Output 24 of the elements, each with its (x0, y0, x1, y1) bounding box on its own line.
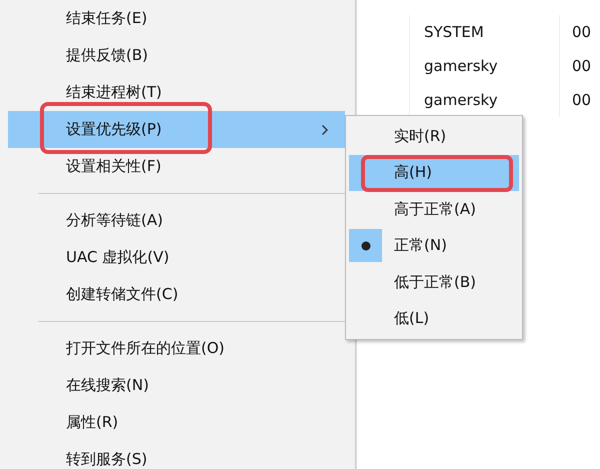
menu-item[interactable]: 实时(R) (349, 118, 519, 154)
user-cell: gamersky (424, 57, 498, 75)
table-cell: 00 (572, 57, 592, 75)
user-cell: SYSTEM (424, 23, 484, 41)
menu-item[interactable]: 低(L) (349, 300, 519, 337)
menu-item[interactable]: 设置优先级(P) (8, 111, 345, 148)
menu-item[interactable]: 结束任务(E) (8, 0, 345, 37)
menu-item[interactable]: 分析等待链(A) (8, 202, 345, 239)
menu-item[interactable]: 创建转储文件(C) (8, 276, 345, 313)
menu-item[interactable]: 结束进程树(T) (8, 74, 345, 111)
menu-item[interactable]: 正常(N) (349, 228, 519, 264)
menu-item[interactable]: 转到服务(S) (8, 441, 345, 469)
table-cell: 00 (572, 91, 592, 109)
menu-item[interactable]: 属性(R) (8, 404, 345, 441)
menu-item[interactable]: 低于正常(B) (349, 264, 519, 300)
menu-item[interactable]: 高于正常(A) (349, 191, 519, 228)
menu-item[interactable]: 打开文件所在的位置(O) (8, 330, 345, 367)
table-cell: 00 (572, 23, 592, 41)
user-cell: gamersky (424, 91, 498, 109)
menu-item[interactable]: 提供反馈(B) (8, 37, 345, 74)
menu-item[interactable]: 在线搜索(N) (8, 367, 345, 404)
menu-item[interactable]: 高(H) (349, 154, 519, 191)
menu-item[interactable]: 设置相关性(F) (8, 148, 345, 185)
menu-item[interactable]: UAC 虚拟化(V) (8, 239, 345, 276)
